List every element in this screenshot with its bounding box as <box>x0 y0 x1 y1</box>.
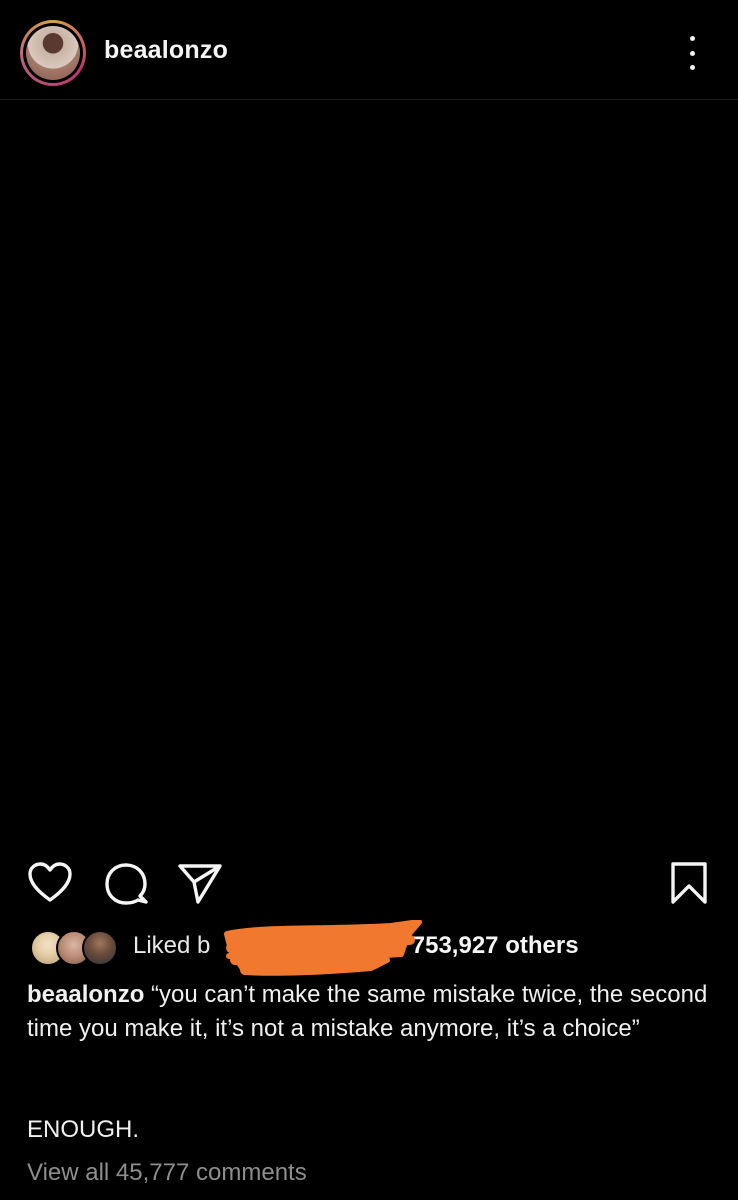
liker-avatar[interactable] <box>82 930 118 966</box>
view-all-comments-link[interactable]: View all 45,777 comments <box>27 1159 307 1187</box>
post-username[interactable]: beaalonzo <box>104 36 228 65</box>
instagram-post: beaalonzo Liked b 753,927 others beaalon… <box>0 0 738 1200</box>
action-bar <box>0 858 738 910</box>
send-icon[interactable] <box>176 860 224 906</box>
redaction-scribble <box>205 919 423 976</box>
liker-avatars[interactable] <box>30 930 122 966</box>
comment-icon[interactable] <box>102 860 150 906</box>
post-header: beaalonzo <box>0 0 738 100</box>
likes-count[interactable]: 753,927 others <box>412 932 579 959</box>
story-ring[interactable] <box>20 20 86 86</box>
caption: beaalonzo “you can’t make the same mista… <box>27 978 711 1046</box>
bookmark-icon[interactable] <box>668 860 710 906</box>
caption-username[interactable]: beaalonzo <box>27 981 144 1008</box>
avatar[interactable] <box>26 26 80 80</box>
caption-extra-line: ENOUGH. <box>27 1116 140 1143</box>
heart-icon[interactable] <box>26 860 74 904</box>
more-options-icon[interactable] <box>676 36 708 70</box>
post-media[interactable] <box>0 101 738 846</box>
liked-by-label: Liked b <box>133 932 211 959</box>
